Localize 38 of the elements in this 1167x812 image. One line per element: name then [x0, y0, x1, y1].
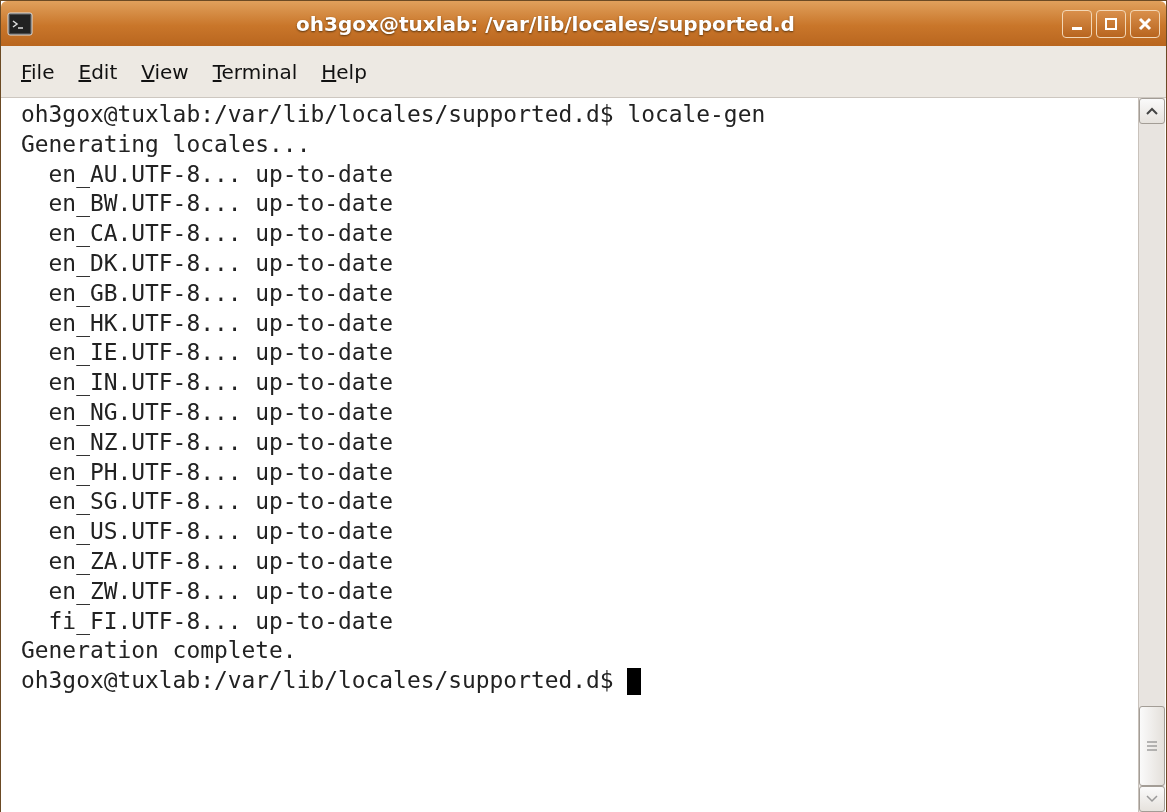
terminal-line: en_AU.UTF-8... up-to-date [47, 159, 394, 190]
terminal-line: oh3gox@tuxlab:/var/lib/locales/supported.d$ locale-gen [21, 100, 766, 129]
maximize-button[interactable] [1096, 9, 1126, 38]
terminal-line: en_US.UTF-8... up-to-date [47, 517, 394, 547]
minimize-icon [1072, 26, 1082, 30]
terminal-line: en_BW.UTF-8... up-to-date [47, 189, 394, 219]
terminal-line: en_IN.UTF-8... up-to-date [47, 368, 394, 398]
terminal-line: en_SG.UTF-8... up-to-date [47, 487, 394, 517]
terminal-line: en_GB.UTF-8... up-to-date [47, 278, 394, 309]
menu-item[interactable]: Terminal [202, 52, 312, 91]
close-icon [1138, 16, 1152, 31]
terminal-line: en_DK.UTF-8... up-to-date [47, 249, 394, 279]
window-title: oh3gox@tuxlab: /var/lib/locales/supported.d [295, 10, 796, 38]
terminal-line: en_HK.UTF-8... up-to-date [47, 308, 394, 339]
terminal-line: en_NZ.UTF-8... up-to-date [47, 427, 394, 458]
scrollbar[interactable] [1138, 98, 1165, 812]
menu-item[interactable]: View [131, 52, 203, 91]
terminal-line: oh3gox@tuxlab:/var/lib/locales/supported.d$ [21, 666, 614, 696]
scroll-up-button[interactable] [1139, 98, 1165, 124]
menu-item[interactable]: Edit [68, 52, 132, 91]
grip-icon [1147, 740, 1157, 752]
menu-item[interactable]: File [11, 52, 69, 91]
terminal-line: fi_FI.UTF-8... up-to-date [47, 606, 394, 637]
scroll-down-button[interactable] [1139, 786, 1165, 812]
menu-item[interactable]: Help [311, 52, 381, 91]
terminal-icon [7, 11, 33, 36]
maximize-icon [1104, 16, 1118, 31]
terminal-line: en_CA.UTF-8... up-to-date [47, 219, 394, 249]
close-button[interactable] [1130, 9, 1160, 38]
terminal-line: en_ZA.UTF-8... up-to-date [47, 546, 394, 577]
terminal-line: Generating locales... [21, 129, 311, 159]
terminal-line: en_NG.UTF-8... up-to-date [47, 397, 394, 428]
terminal-line: en_ZW.UTF-8... up-to-date [47, 576, 394, 607]
terminal-line: Generation complete. [21, 636, 297, 666]
terminal-line: en_IE.UTF-8... up-to-date [47, 338, 394, 368]
minimize-button[interactable] [1062, 9, 1092, 38]
terminal-line: en_PH.UTF-8... up-to-date [47, 457, 394, 488]
scrollbar-thumb[interactable] [1139, 706, 1165, 786]
